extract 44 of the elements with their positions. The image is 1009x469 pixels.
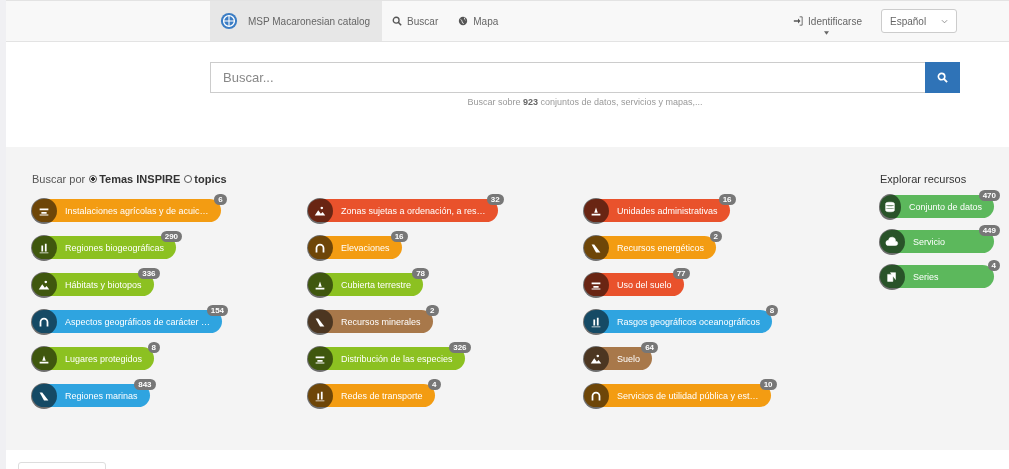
count-badge: 326	[449, 342, 471, 353]
search-hint: Buscar sobre 923 conjuntos de datos, servicios y mapas,...	[466, 97, 704, 107]
search-field[interactable]: Buscar...	[210, 62, 925, 93]
copy-icon	[885, 269, 899, 284]
count-badge: 64	[641, 342, 659, 353]
search-button[interactable]	[925, 62, 960, 93]
count-badge: 8	[147, 342, 161, 353]
radio-option[interactable]: Temas INSPIRE	[89, 173, 181, 185]
search-icon	[937, 72, 948, 83]
browse-label: Buscar por	[32, 173, 86, 185]
count-badge: 16	[718, 194, 736, 205]
count-badge: 290	[160, 231, 183, 242]
nav-link[interactable]: Mapa	[448, 15, 509, 27]
search-icon	[392, 16, 403, 26]
nav-link[interactable]: Buscar	[382, 15, 449, 27]
radio-option[interactable]: topics	[184, 173, 227, 185]
language-select[interactable]: Español	[881, 9, 957, 33]
explore-title: Explorar recursos	[880, 173, 968, 185]
cloud-icon	[885, 234, 899, 249]
login-link[interactable]: Identificarse	[793, 15, 862, 27]
count-badge: 4	[428, 379, 441, 390]
count-badge: 8	[765, 305, 779, 316]
count-badge: 2	[709, 231, 723, 242]
count-badge: 843	[134, 379, 156, 390]
count-badge: 336	[138, 268, 160, 279]
brand-link[interactable]: MSP Macaronesian catalog	[210, 1, 383, 41]
caret-icon	[824, 31, 829, 35]
sign-in-icon	[793, 16, 804, 26]
count-badge: 6	[214, 194, 227, 205]
count-badge: 16	[390, 231, 408, 242]
count-badge: 10	[759, 379, 777, 390]
count-badge: 78	[412, 268, 430, 279]
count-badge: 77	[672, 268, 690, 279]
count-badge: 449	[978, 225, 1000, 236]
count-badge: 470	[978, 190, 1000, 201]
brand-title: MSP Macaronesian catalog	[248, 15, 371, 27]
count-badge: 2	[426, 305, 439, 316]
count-badge: 32	[486, 194, 504, 205]
count-badge: 4	[987, 260, 1000, 271]
count-badge: 154	[206, 305, 229, 316]
globe-icon	[458, 16, 469, 26]
globe-logo-icon	[220, 12, 238, 30]
chevron-icon	[941, 18, 948, 24]
database-icon	[882, 199, 897, 214]
